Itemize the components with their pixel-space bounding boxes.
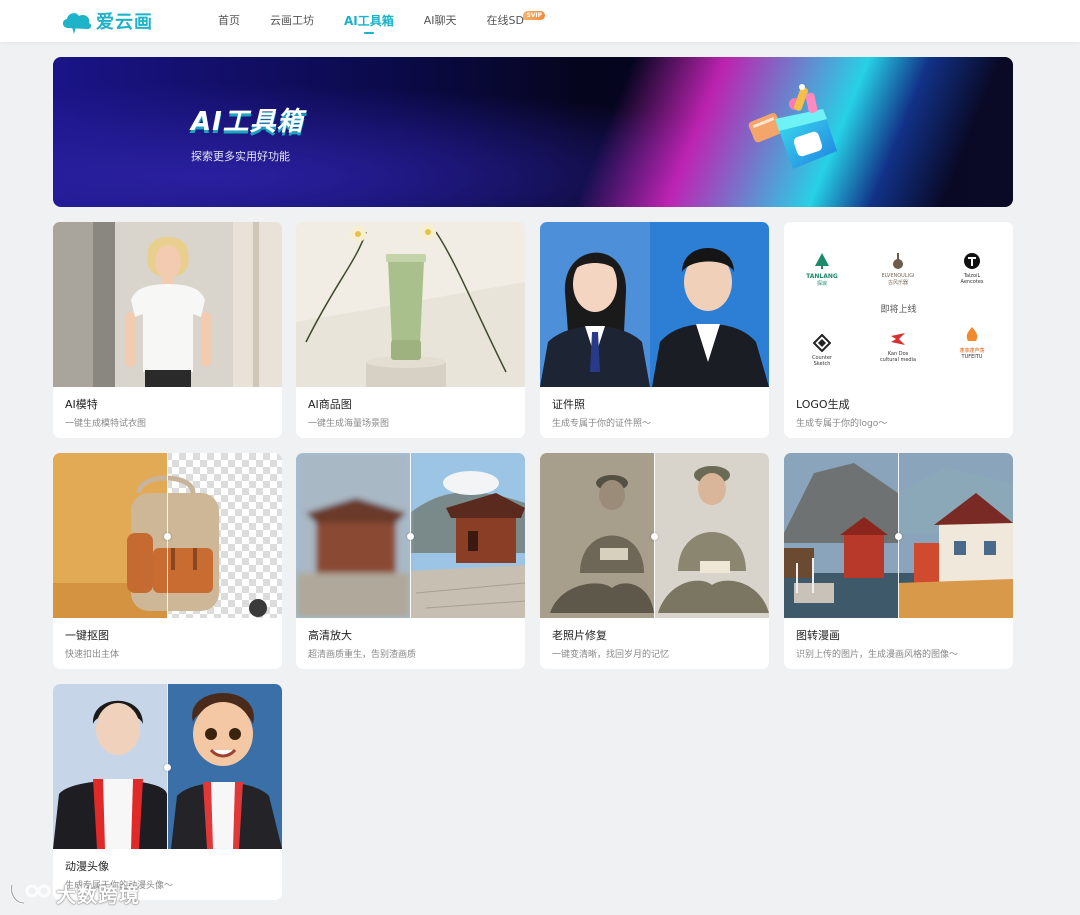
- tool-title: 图转漫画: [796, 629, 840, 642]
- tool-card-ai-product[interactable]: AI商品图 一键生成海量场景图: [296, 222, 525, 438]
- cutout-thumbnail: [53, 453, 282, 618]
- compare-slider-handle[interactable]: [895, 533, 902, 540]
- restore-thumbnail: [540, 453, 769, 618]
- svip-badge: SVIP: [523, 11, 545, 20]
- brand-logo[interactable]: 爱云画: [60, 8, 153, 34]
- logo-samples-thumbnail: TANLANG 探浪 ELVENOULIGI 古风乐器 TaizoiL Aenc…: [784, 222, 1013, 387]
- comic-thumbnail: [784, 453, 1013, 618]
- tool-title: LOGO生成: [796, 398, 850, 411]
- flame-logo-icon: [966, 327, 978, 341]
- tool-desc: 生成专属于你的logo～: [796, 419, 888, 429]
- sample-logo: TaizoiL Aencotes: [947, 252, 997, 285]
- ai-product-thumbnail: [296, 222, 525, 387]
- lute-logo-icon: [893, 253, 903, 269]
- watermark-text: 大数跨境: [56, 882, 140, 907]
- tool-desc: 超清画质重生，告别渣画质: [308, 650, 417, 660]
- tool-title: 老照片修复: [552, 629, 607, 642]
- compare-slider-handle[interactable]: [407, 533, 414, 540]
- tool-card-restore[interactable]: 老照片修复 一键变清晰，找回岁月的记忆: [540, 453, 769, 669]
- nav-ai-toolbox[interactable]: AI工具箱: [344, 0, 394, 42]
- sample-logo: TANLANG 探浪: [797, 252, 847, 287]
- tool-title: AI商品图: [308, 398, 352, 411]
- compare-slider-handle[interactable]: [164, 764, 171, 771]
- id-photo-thumbnail: [540, 222, 769, 387]
- red-wing-logo-icon: [891, 333, 905, 345]
- tool-card-logo[interactable]: TANLANG 探浪 ELVENOULIGI 古风乐器 TaizoiL Aenc…: [784, 222, 1013, 438]
- tool-title: AI模特: [65, 398, 98, 411]
- top-header: 爱云画 首页 云画工坊 AI工具箱 AI聊天 在线SD SVIP: [0, 0, 1080, 42]
- tool-card-anime-avatar[interactable]: 动漫头像 生成专属于你的动漫头像～: [53, 684, 282, 900]
- circle-t-logo-icon: [964, 253, 980, 269]
- tool-card-upscale[interactable]: 高清放大 超清画质重生，告别渣画质: [296, 453, 525, 669]
- tool-desc: 一键变清晰，找回岁月的记忆: [552, 650, 670, 660]
- tool-card-comic[interactable]: 图转漫画 识别上传的图片，生成漫画风格的图像～: [784, 453, 1013, 669]
- tool-desc: 快速扣出主体: [65, 650, 120, 660]
- banner-title: AI工具箱: [191, 107, 304, 137]
- tool-card-id-photo[interactable]: 证件照 生成专属于你的证件照～: [540, 222, 769, 438]
- brand-name: 爱云画: [96, 12, 153, 33]
- upscale-thumbnail: [296, 453, 525, 618]
- nav-workshop[interactable]: 云画工坊: [270, 0, 314, 42]
- tool-title: 一键抠图: [65, 629, 109, 642]
- tool-card-cutout[interactable]: 一键抠图 快速扣出主体: [53, 453, 282, 669]
- sample-logo: Counter Sketch: [797, 334, 847, 367]
- tree-logo-icon: [815, 253, 829, 269]
- watermark: 大数跨境: [8, 876, 140, 910]
- nav-online-sd-label: 在线SD: [486, 14, 524, 27]
- tool-card-ai-model[interactable]: AI模特 一键生成模特试衣图: [53, 222, 282, 438]
- watermark-logo-icon: [10, 884, 51, 905]
- anime-avatar-thumbnail: [53, 684, 282, 849]
- tool-title: 高清放大: [308, 629, 352, 642]
- compare-slider-handle[interactable]: [651, 533, 658, 540]
- compare-slider-handle[interactable]: [164, 533, 171, 540]
- sample-logo: 蓬菲蓬芦荡 TUFEITU: [947, 326, 997, 360]
- main-nav: 首页 云画工坊 AI工具箱 AI聊天 在线SD SVIP: [218, 0, 554, 42]
- toolbox-3d-icon: [748, 84, 837, 169]
- tool-title: 证件照: [552, 398, 585, 411]
- ai-model-thumbnail: [53, 222, 282, 387]
- tool-desc: 识别上传的图片，生成漫画风格的图像～: [796, 650, 959, 660]
- tool-desc: 一键生成模特试衣图: [65, 419, 147, 429]
- tool-title: 动漫头像: [65, 860, 109, 873]
- sample-logo: Kan Dos cultural media: [873, 330, 923, 363]
- sample-logo: ELVENOULIGI 古风乐器: [873, 252, 923, 286]
- tool-desc: 一键生成海量场景图: [308, 419, 390, 429]
- tool-desc: 生成专属于你的证件照～: [552, 419, 652, 429]
- coming-soon-label: 即将上线: [880, 305, 917, 315]
- nav-home[interactable]: 首页: [218, 0, 240, 42]
- nav-ai-chat[interactable]: AI聊天: [424, 0, 457, 42]
- diamond-logo-icon: [813, 334, 831, 352]
- cloud-logo-icon: [62, 13, 92, 34]
- nav-online-sd[interactable]: 在线SD SVIP: [486, 0, 545, 42]
- banner-subtitle: 探索更多实用好功能: [191, 150, 290, 163]
- toolbox-banner: AI工具箱 探索更多实用好功能: [53, 57, 1013, 207]
